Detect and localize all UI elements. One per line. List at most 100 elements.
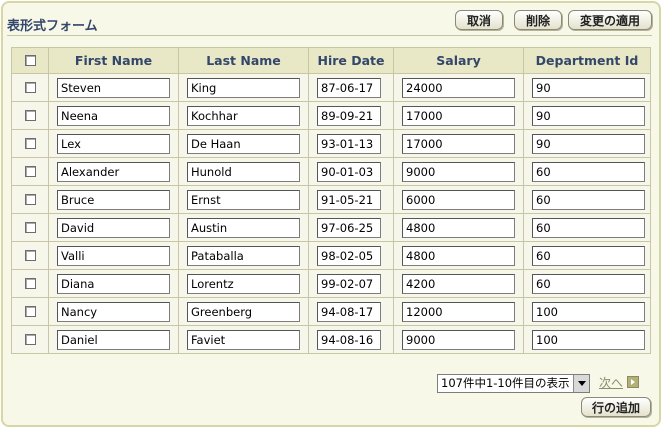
last-name-input[interactable]: King	[187, 77, 300, 98]
last-name-cell: Greenberg	[178, 297, 309, 326]
column-header-department-id[interactable]: Department Id	[523, 47, 651, 74]
column-header-hire-date[interactable]: Hire Date	[308, 47, 394, 74]
last-name-input[interactable]: Ernst	[187, 189, 300, 210]
row-checkbox[interactable]	[24, 334, 36, 345]
hire-date-cell: 87-06-17	[308, 73, 394, 102]
column-header-salary[interactable]: Salary	[393, 47, 524, 74]
row-checkbox[interactable]	[24, 222, 36, 233]
department-id-input[interactable]: 60	[532, 273, 645, 294]
hire-date-input[interactable]: 97-06-25	[317, 217, 381, 238]
hire-date-input[interactable]: 98-02-05	[317, 245, 381, 266]
add-row-button[interactable]: 行の追加	[581, 397, 651, 417]
first-name-cell: Bruce	[48, 185, 179, 214]
row-checkbox[interactable]	[24, 306, 36, 317]
table-row: Neena Kochhar 89-09-21 17000 90	[11, 101, 651, 130]
first-name-input[interactable]: David	[57, 217, 170, 238]
department-id-input[interactable]: 60	[532, 161, 645, 182]
hire-date-input[interactable]: 91-05-21	[317, 189, 381, 210]
salary-input[interactable]: 6000	[402, 189, 515, 210]
last-name-input[interactable]: De Haan	[187, 133, 300, 154]
row-checkbox[interactable]	[24, 278, 36, 289]
department-id-input[interactable]: 60	[532, 189, 645, 210]
first-name-cell: Neena	[48, 101, 179, 130]
last-name-input[interactable]: Greenberg	[187, 301, 300, 322]
department-id-input[interactable]: 90	[532, 105, 645, 126]
chevron-down-icon[interactable]	[573, 375, 589, 392]
row-checkbox[interactable]	[24, 138, 36, 149]
column-header-last-name[interactable]: Last Name	[178, 47, 309, 74]
next-page-link[interactable]: 次へ	[599, 374, 623, 391]
row-select-cell	[11, 129, 49, 158]
row-select-cell	[11, 213, 49, 242]
first-name-input[interactable]: Alexander	[57, 161, 170, 182]
hire-date-input[interactable]: 93-01-13	[317, 133, 381, 154]
last-name-input[interactable]: Kochhar	[187, 105, 300, 126]
last-name-cell: King	[178, 73, 309, 102]
row-select-cell	[11, 157, 49, 186]
last-name-input[interactable]: Hunold	[187, 161, 300, 182]
last-name-input[interactable]: Pataballa	[187, 245, 300, 266]
first-name-input[interactable]: Lex	[57, 133, 170, 154]
salary-cell: 9000	[393, 325, 524, 354]
last-name-cell: Lorentz	[178, 269, 309, 298]
department-id-input[interactable]: 100	[532, 329, 645, 350]
hire-date-cell: 91-05-21	[308, 185, 394, 214]
row-checkbox[interactable]	[24, 110, 36, 121]
department-id-input[interactable]: 60	[532, 245, 645, 266]
salary-input[interactable]: 9000	[402, 161, 515, 182]
hire-date-input[interactable]: 90-01-03	[317, 161, 381, 182]
department-id-cell: 90	[523, 129, 651, 158]
department-id-cell: 100	[523, 297, 651, 326]
table-row: Alexander Hunold 90-01-03 9000 60	[11, 157, 651, 186]
department-id-input[interactable]: 100	[532, 301, 645, 322]
pagination-range-value: 107件中1-10件目の表示	[441, 376, 570, 390]
hire-date-input[interactable]: 94-08-17	[317, 301, 381, 322]
first-name-input[interactable]: Diana	[57, 273, 170, 294]
select-all-checkbox[interactable]	[24, 55, 36, 66]
row-checkbox[interactable]	[24, 250, 36, 261]
hire-date-input[interactable]: 89-09-21	[317, 105, 381, 126]
first-name-cell: Alexander	[48, 157, 179, 186]
hire-date-input[interactable]: 94-08-16	[317, 329, 381, 350]
salary-input[interactable]: 17000	[402, 133, 515, 154]
last-name-cell: Faviet	[178, 325, 309, 354]
first-name-input[interactable]: Nancy	[57, 301, 170, 322]
table-row: Nancy Greenberg 94-08-17 12000 100	[11, 297, 651, 326]
salary-input[interactable]: 4200	[402, 273, 515, 294]
salary-input[interactable]: 4800	[402, 245, 515, 266]
last-name-input[interactable]: Lorentz	[187, 273, 300, 294]
pagination-range-select[interactable]: 107件中1-10件目の表示	[437, 374, 590, 393]
salary-input[interactable]: 24000	[402, 77, 515, 98]
last-name-input[interactable]: Austin	[187, 217, 300, 238]
first-name-input[interactable]: Daniel	[57, 329, 170, 350]
page-title: 表形式フォーム	[7, 19, 98, 34]
first-name-input[interactable]: Steven	[57, 77, 170, 98]
salary-input[interactable]: 9000	[402, 329, 515, 350]
row-checkbox[interactable]	[24, 82, 36, 93]
row-checkbox[interactable]	[24, 194, 36, 205]
hire-date-input[interactable]: 99-02-07	[317, 273, 381, 294]
salary-input[interactable]: 4800	[402, 217, 515, 238]
delete-button[interactable]: 削除	[514, 10, 562, 30]
salary-input[interactable]: 12000	[402, 301, 515, 322]
hire-date-input[interactable]: 87-06-17	[317, 77, 381, 98]
first-name-input[interactable]: Valli	[57, 245, 170, 266]
first-name-input[interactable]: Bruce	[57, 189, 170, 210]
arrow-right-icon[interactable]	[627, 376, 639, 388]
first-name-cell: David	[48, 213, 179, 242]
column-header-first-name[interactable]: First Name	[48, 47, 179, 74]
department-id-input[interactable]: 90	[532, 77, 645, 98]
salary-cell: 17000	[393, 101, 524, 130]
last-name-input[interactable]: Faviet	[187, 329, 300, 350]
table-row: Lex De Haan 93-01-13 17000 90	[11, 129, 651, 158]
department-id-input[interactable]: 60	[532, 217, 645, 238]
department-id-input[interactable]: 90	[532, 133, 645, 154]
row-checkbox[interactable]	[24, 166, 36, 177]
apply-changes-button[interactable]: 変更の適用	[568, 10, 652, 30]
first-name-input[interactable]: Neena	[57, 105, 170, 126]
cancel-button[interactable]: 取消	[455, 10, 503, 30]
salary-input[interactable]: 17000	[402, 105, 515, 126]
row-select-cell	[11, 101, 49, 130]
hire-date-cell: 97-06-25	[308, 213, 394, 242]
hire-date-cell: 98-02-05	[308, 241, 394, 270]
